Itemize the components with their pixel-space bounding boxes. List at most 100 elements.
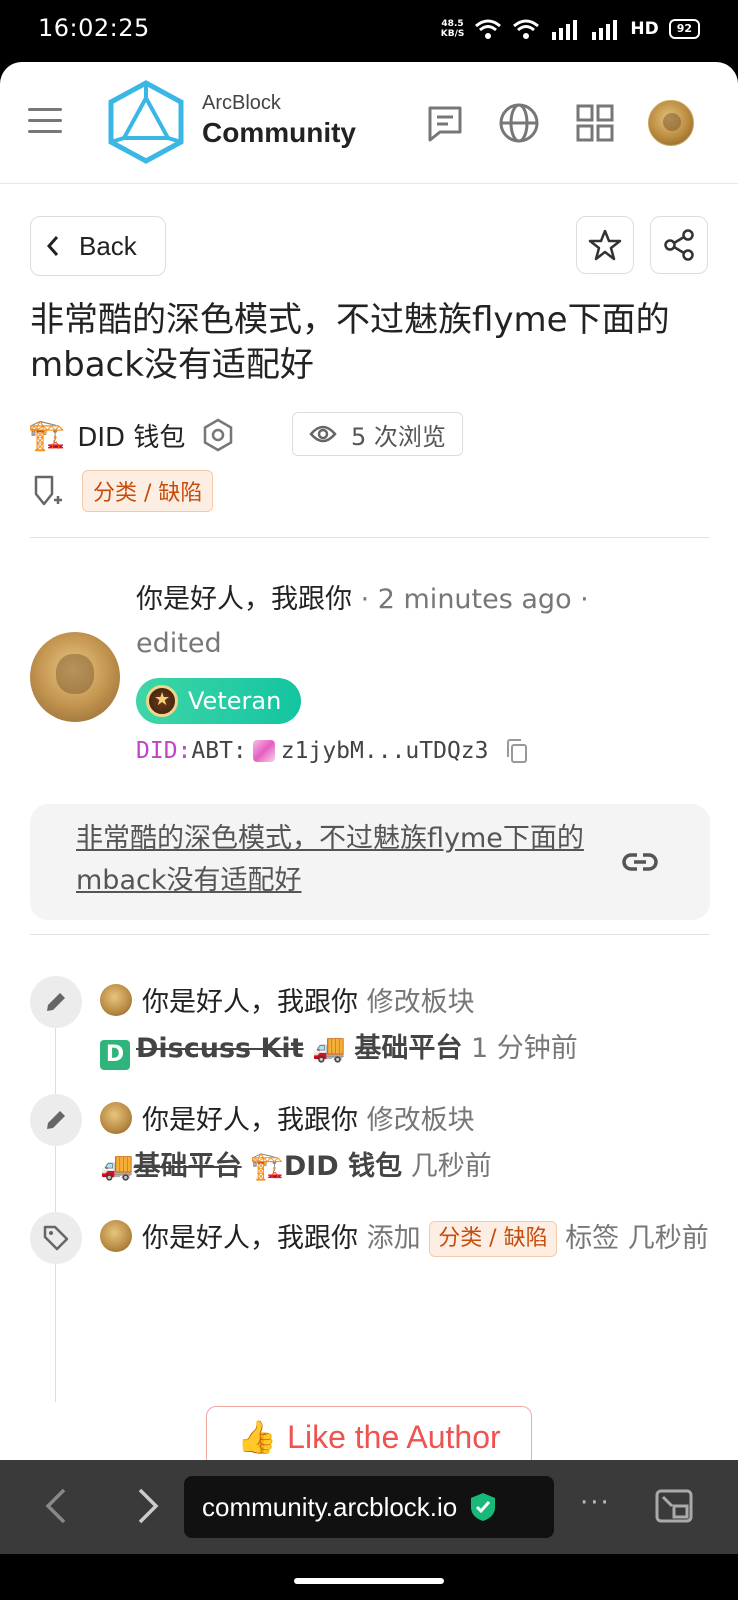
timeline-line xyxy=(55,982,56,1402)
back-label: Back xyxy=(79,230,137,261)
browser-back-icon[interactable] xyxy=(44,1486,68,1526)
timeline-action: 添加 xyxy=(366,1223,421,1254)
url-bar[interactable]: community.arcblock.io xyxy=(184,1476,554,1538)
battery-indicator: 92 xyxy=(668,19,700,39)
wifi-icon xyxy=(475,19,502,39)
status-bar: 16:02:25 48.5 KB/S HD 92 xyxy=(0,0,738,62)
like-label: Like the Author xyxy=(287,1418,501,1455)
crane-icon: 🏗️ xyxy=(250,1151,284,1182)
timeline-user[interactable]: 你是好人，我跟你 xyxy=(142,987,358,1018)
chevron-left-icon xyxy=(46,236,59,256)
post-content-link[interactable]: 非常酷的深色模式，不过魅族flyme下面的mback没有适配好 xyxy=(76,818,596,902)
timeline-action: 修改板块 xyxy=(366,1105,475,1136)
timeline-from-board[interactable]: Discuss Kit xyxy=(136,1033,304,1064)
mini-avatar[interactable] xyxy=(100,984,132,1016)
timeline-time: 几秒前 xyxy=(410,1151,492,1182)
net-speed-value: 48.5 xyxy=(441,19,464,29)
logo-text[interactable]: ArcBlock Community xyxy=(202,92,356,149)
board-name: DID 钱包 xyxy=(77,422,186,453)
timeline-from-board[interactable]: 基础平台 xyxy=(134,1151,242,1182)
browser-toolbar: community.arcblock.io ··· xyxy=(0,1460,738,1554)
like-author-button[interactable]: 👍 Like the Author xyxy=(206,1406,532,1460)
medal-icon xyxy=(146,685,178,717)
menu-icon[interactable] xyxy=(28,108,62,134)
timeline-edit-icon xyxy=(30,1094,82,1146)
mini-avatar[interactable] xyxy=(100,1102,132,1134)
url-text: community.arcblock.io xyxy=(202,1491,458,1522)
view-count: 5 次浏览 xyxy=(292,412,463,456)
user-avatar[interactable] xyxy=(648,100,694,146)
author-avatar[interactable] xyxy=(30,632,120,722)
did-type: ABT: xyxy=(191,738,247,764)
signal-5g-icon xyxy=(552,20,578,40)
thumbs-up-icon: 👍 xyxy=(237,1419,278,1455)
did-address: DID: ABT: z1jybM...uTDQz3 xyxy=(136,738,529,764)
favorite-button[interactable] xyxy=(576,216,634,274)
timeline-item: 你是好人，我跟你 修改板块 D Discuss Kit 🚚 基础平台 1 分钟前 xyxy=(100,980,710,1072)
pencil-icon xyxy=(47,993,65,1011)
category-tag[interactable]: 分类 / 缺陷 xyxy=(82,470,214,512)
app-header: ArcBlock Community xyxy=(0,62,738,184)
arcblock-logo-icon[interactable] xyxy=(108,80,184,164)
browser-menu-icon[interactable]: ··· xyxy=(580,1488,611,1518)
timeline-time: 1 分钟前 xyxy=(471,1033,578,1064)
share-button[interactable] xyxy=(650,216,708,274)
author-line: 你是好人，我跟你 · 2 minutes ago · edited xyxy=(136,584,589,659)
timeline-user[interactable]: 你是好人，我跟你 xyxy=(142,1223,358,1254)
timeline-time: 几秒前 xyxy=(627,1223,709,1254)
mini-avatar[interactable] xyxy=(100,1220,132,1252)
status-icons: 48.5 KB/S HD 92 xyxy=(441,18,700,40)
logo-line1: ArcBlock xyxy=(202,92,281,114)
globe-icon[interactable] xyxy=(498,102,540,144)
apps-grid-icon[interactable] xyxy=(574,102,616,144)
timeline-item: 你是好人，我跟你 修改板块 🚚基础平台 🏗️DID 钱包 几秒前 xyxy=(100,1098,710,1190)
system-nav-bar xyxy=(0,1554,738,1600)
net-speed-unit: KB/S xyxy=(440,29,465,39)
crane-icon: 🏗️ xyxy=(28,417,66,453)
did-prefix: DID: xyxy=(136,738,192,764)
timeline-action: 修改板块 xyxy=(366,987,475,1018)
wifi-icon-2 xyxy=(513,19,540,39)
timeline-edit-icon xyxy=(30,976,82,1028)
timeline-to-board[interactable]: DID 钱包 xyxy=(284,1151,402,1182)
author-name[interactable]: 你是好人，我跟你 xyxy=(136,584,352,615)
home-indicator[interactable] xyxy=(294,1578,444,1584)
browser-forward-icon[interactable] xyxy=(136,1486,160,1526)
status-time: 16:02:25 xyxy=(38,14,150,42)
timeline-user[interactable]: 你是好人，我跟你 xyxy=(142,1105,358,1136)
signal-4g-icon xyxy=(592,20,618,40)
copy-icon[interactable] xyxy=(505,738,529,764)
truck-icon: 🚚 xyxy=(100,1151,134,1182)
secure-shield-icon xyxy=(471,1493,496,1521)
veteran-label: Veteran xyxy=(188,687,282,715)
timeline-tag-icon xyxy=(30,1212,82,1264)
add-tag-icon[interactable] xyxy=(32,474,64,508)
eye-icon xyxy=(309,425,337,443)
divider xyxy=(30,934,710,935)
truck-icon: 🚚 xyxy=(312,1033,346,1064)
logo-line2: Community xyxy=(202,117,356,148)
veteran-badge: Veteran xyxy=(136,678,302,724)
chat-icon[interactable] xyxy=(424,102,466,144)
page: ArcBlock Community Back 非常酷的深色模式，不过魅族fly… xyxy=(0,62,738,1460)
did-value: z1jybM...uTDQz3 xyxy=(280,738,489,764)
post-time: 2 minutes ago xyxy=(377,584,572,615)
timeline-suffix: 标签 xyxy=(565,1223,620,1254)
picture-in-picture-icon[interactable] xyxy=(654,1486,694,1526)
timeline-tag[interactable]: 分类 / 缺陷 xyxy=(429,1221,557,1257)
tag-icon xyxy=(43,1225,69,1251)
divider xyxy=(30,537,710,538)
did-avatar-icon xyxy=(252,740,275,762)
settings-hexagon-icon[interactable] xyxy=(201,418,235,452)
post-title: 非常酷的深色模式，不过魅族flyme下面的mback没有适配好 xyxy=(30,300,670,385)
edited-label[interactable]: edited xyxy=(136,628,222,659)
net-speed: 48.5 KB/S xyxy=(441,19,465,39)
hd-indicator: HD xyxy=(630,19,659,39)
tag-row: 分类 / 缺陷 xyxy=(32,470,214,512)
link-icon[interactable] xyxy=(620,842,660,882)
post-content-card: 非常酷的深色模式，不过魅族flyme下面的mback没有适配好 xyxy=(30,804,710,920)
share-icon xyxy=(664,229,694,261)
back-button[interactable]: Back xyxy=(30,216,166,276)
board-info[interactable]: 🏗️ DID 钱包 xyxy=(28,412,235,458)
timeline-to-board[interactable]: 基础平台 xyxy=(354,1033,462,1064)
